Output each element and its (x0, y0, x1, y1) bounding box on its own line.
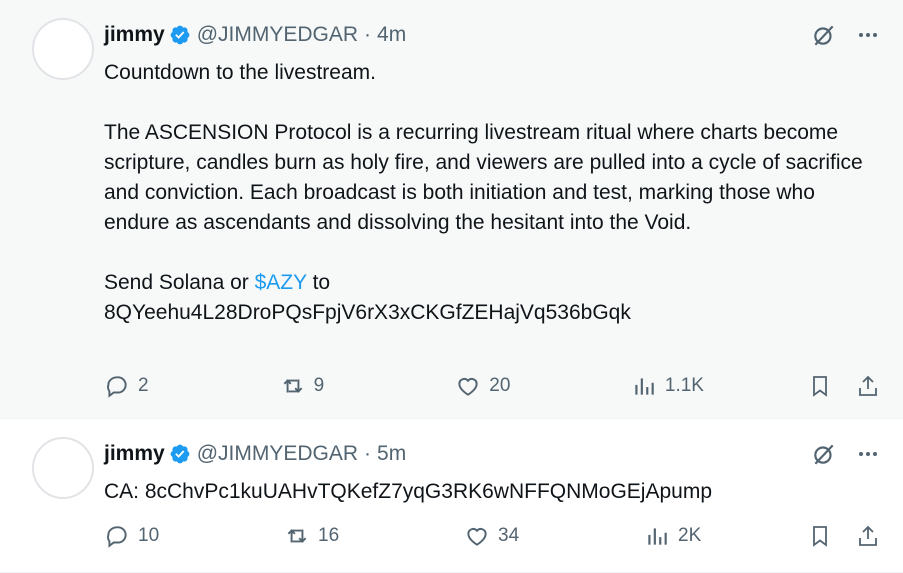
tweet-line: The ASCENSION Protocol is a recurring li… (104, 121, 869, 234)
engagement-group: 2 9 20 1.1K (104, 373, 704, 399)
views-icon (648, 528, 667, 545)
author-handle[interactable]: @JIMMYEDGAR (197, 23, 358, 47)
timestamp[interactable]: 4m (377, 23, 406, 47)
repost-icon (283, 379, 302, 393)
share-icon[interactable] (855, 523, 881, 549)
reply-count: 10 (138, 525, 160, 546)
tweet-line: Countdown to the livestream. (104, 61, 376, 84)
send-suffix: to (306, 271, 331, 294)
reply-icon (107, 376, 127, 398)
more-icon[interactable] (855, 441, 881, 467)
avatar[interactable] (32, 437, 94, 499)
wallet-address: 8QYeehu4L28DroPQsFpjV6rX3xCKGfZEHajVq536… (104, 301, 631, 324)
separator-dot: · (364, 23, 372, 46)
repost-count: 9 (313, 375, 325, 396)
cashtag-link[interactable]: $AZY (255, 271, 307, 294)
engagement-group: 10 16 34 2K (104, 523, 704, 549)
views-count: 1.1K (664, 375, 704, 396)
grok-icon[interactable] (811, 441, 837, 467)
like-icon (467, 528, 487, 546)
share-icon[interactable] (855, 373, 881, 399)
reply-button[interactable]: 10 (104, 523, 164, 549)
tweet-header: jimmy @JIMMYEDGAR · 5m (104, 441, 406, 467)
views-icon (635, 378, 654, 395)
repost-button[interactable]: 9 (280, 373, 340, 399)
author-handle[interactable]: @JIMMYEDGAR (197, 442, 358, 466)
send-prefix: Send Solana or (104, 271, 255, 294)
secondary-actions (807, 373, 881, 399)
repost-count: 16 (318, 525, 340, 546)
views-button[interactable]: 1.1K (631, 373, 704, 399)
tweet-card[interactable]: jimmy @JIMMYEDGAR · 5m CA: 8cChvPc1kuUAH… (0, 419, 903, 573)
tweet-top-actions (811, 22, 881, 48)
like-icon (458, 378, 478, 396)
send-line: Send Solana or $AZY to (104, 268, 874, 298)
reply-button[interactable]: 2 (104, 373, 164, 399)
like-count: 20 (489, 375, 511, 396)
verified-badge-icon (170, 25, 190, 45)
author-name[interactable]: jimmy (104, 23, 165, 47)
bookmark-icon[interactable] (807, 523, 833, 549)
reply-count: 2 (138, 375, 149, 396)
repost-button[interactable]: 16 (284, 523, 344, 549)
tweet-action-bar: 10 16 34 2K (104, 521, 881, 551)
bookmark-icon[interactable] (807, 373, 833, 399)
avatar[interactable] (32, 18, 94, 80)
tweet-top-actions (811, 441, 881, 467)
like-count: 34 (498, 525, 520, 546)
repost-icon (287, 529, 307, 543)
views-button[interactable]: 2K (644, 523, 704, 549)
author-name[interactable]: jimmy (104, 442, 165, 466)
grok-icon[interactable] (811, 22, 837, 48)
views-count: 2K (678, 525, 702, 546)
separator-dot: · (364, 442, 372, 465)
tweet-text: CA: 8cChvPc1kuUAHvTQKefZ7yqG3RK6wNFFQNMo… (104, 477, 874, 507)
reply-icon (107, 526, 127, 548)
secondary-actions (807, 523, 881, 549)
tweet-header: jimmy @JIMMYEDGAR · 4m (104, 22, 406, 48)
tweet-line (104, 88, 874, 118)
more-icon[interactable] (855, 22, 881, 48)
tweet-card[interactable]: jimmy @JIMMYEDGAR · 4m Countdown to the … (0, 0, 903, 419)
like-button[interactable]: 34 (464, 523, 524, 549)
tweet-action-bar: 2 9 20 1.1K (104, 371, 881, 401)
verified-badge-icon (170, 444, 190, 464)
like-button[interactable]: 20 (455, 373, 515, 399)
tweet-text: Countdown to the livestream. The ASCENSI… (104, 58, 874, 328)
timeline-feed: jimmy @JIMMYEDGAR · 4m Countdown to the … (0, 0, 903, 573)
timestamp[interactable]: 5m (377, 442, 406, 466)
contract-address-line: CA: 8cChvPc1kuUAHvTQKefZ7yqG3RK6wNFFQNMo… (104, 480, 713, 503)
tweet-line (104, 238, 874, 268)
